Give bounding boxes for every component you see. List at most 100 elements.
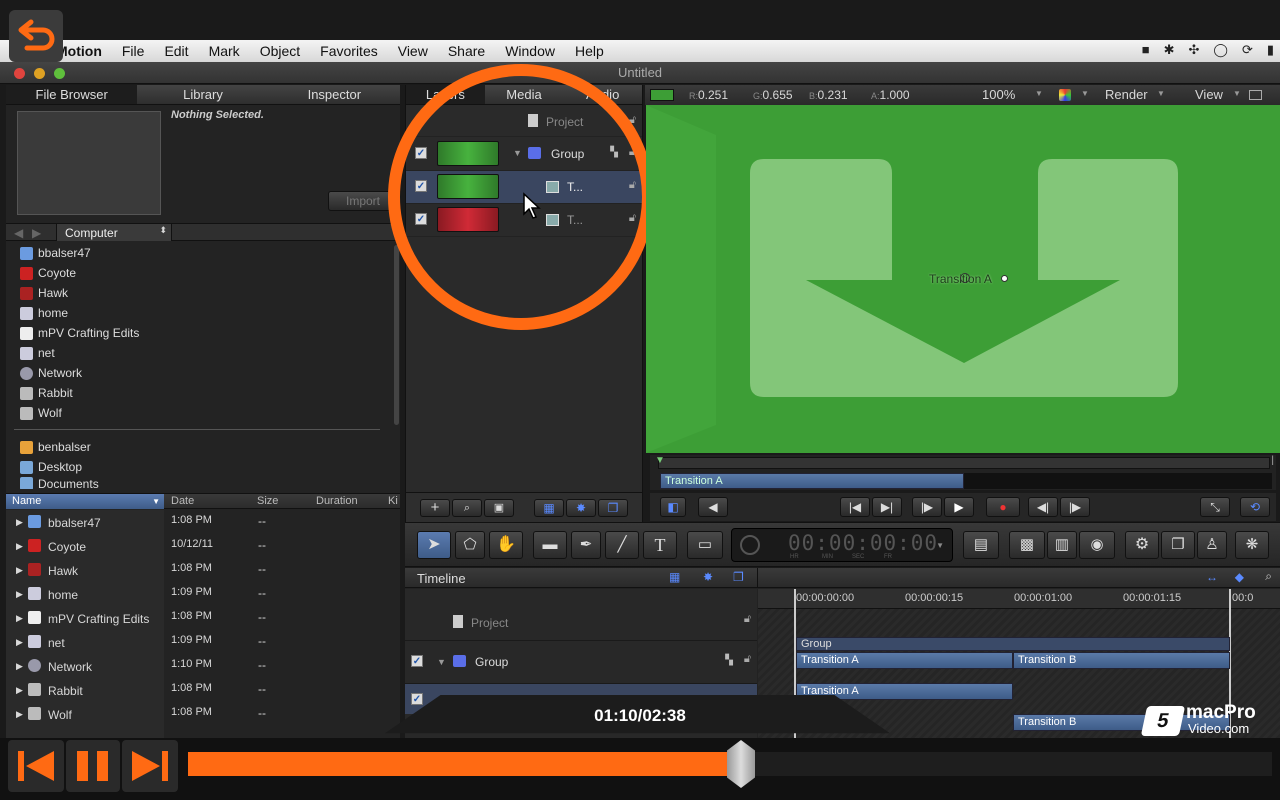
timeline-ruler[interactable]: 00:00:00:00 00:00:00:15 00:00:01:00 00:0…: [758, 589, 1280, 609]
sidebar-item-home[interactable]: home: [6, 303, 394, 323]
paint-tool-button[interactable]: ╱: [605, 531, 639, 559]
layer-options-button[interactable]: ▣: [484, 499, 514, 517]
bluetooth-icon[interactable]: ✱: [1164, 42, 1175, 58]
menu-help[interactable]: Help: [575, 43, 604, 59]
zoom-to-fit-icon[interactable]: ↔: [1206, 570, 1218, 584]
record-button[interactable]: ●: [986, 497, 1020, 517]
skip-forward-button[interactable]: [122, 740, 178, 792]
text-tool-button[interactable]: T: [643, 531, 677, 559]
fullscreen-button[interactable]: ⤡: [1200, 497, 1230, 517]
go-to-start-button[interactable]: |◀: [840, 497, 870, 517]
sidebar-item-hawk[interactable]: Hawk: [6, 283, 394, 303]
table-row[interactable]: ▶ Coyote 10/12/11 --: [6, 534, 400, 558]
group-options-icon[interactable]: ▚: [725, 655, 733, 666]
sync-icon[interactable]: ⟳: [1242, 42, 1253, 58]
sidebar-item-mpv-crafting-edits[interactable]: mPV Crafting Edits: [6, 323, 394, 343]
handle-icon[interactable]: [1001, 275, 1008, 282]
camera-button[interactable]: ▩: [1009, 531, 1045, 559]
lock-icon[interactable]: 🔓︎: [744, 653, 751, 666]
table-row[interactable]: ▶ mPV Crafting Edits 1:08 PM --: [6, 606, 400, 630]
layout-icon[interactable]: [1249, 90, 1262, 100]
show-effects-button[interactable]: ✸: [566, 499, 596, 517]
timecode-display[interactable]: 00:00:00:00 HR MIN SEC FR ▼: [731, 528, 953, 562]
chevron-down-icon[interactable]: ▼: [936, 541, 944, 550]
sidebar-item-rabbit[interactable]: Rabbit: [6, 383, 394, 403]
light-button[interactable]: ▥: [1047, 531, 1077, 559]
skip-back-button[interactable]: [8, 740, 64, 792]
channels-icon[interactable]: [1059, 89, 1071, 101]
column-duration[interactable]: Duration: [316, 495, 358, 507]
table-row[interactable]: ▶ Network 1:10 PM --: [6, 654, 400, 678]
snapping-icon[interactable]: ◆: [1235, 570, 1244, 584]
playhead-icon[interactable]: ▼: [655, 455, 665, 466]
show-thumbnails-button[interactable]: ▦: [534, 499, 564, 517]
column-size[interactable]: Size: [257, 495, 278, 507]
render-popup[interactable]: Render: [1105, 87, 1148, 102]
table-row[interactable]: ▶ bbalser47 1:08 PM --: [6, 510, 400, 534]
behaviors-button[interactable]: ⚙: [1125, 531, 1159, 559]
pan-tool-button[interactable]: ✋: [489, 531, 523, 559]
sidebar-item-benbalser[interactable]: benbalser: [6, 437, 394, 457]
timeline-clip-transition-b[interactable]: Transition B: [1013, 652, 1230, 669]
wifi-icon[interactable]: ▮: [1267, 42, 1274, 58]
menu-share[interactable]: Share: [448, 43, 485, 59]
location-popup[interactable]: Computer ⬍: [56, 224, 172, 241]
add-layer-button[interactable]: +: [420, 499, 450, 517]
layer-enable-checkbox[interactable]: ✓: [411, 693, 423, 705]
sidebar-item-documents[interactable]: Documents: [6, 477, 394, 489]
tab-library[interactable]: Library: [137, 85, 268, 104]
loop-button[interactable]: ⟲: [1240, 497, 1270, 517]
sidebar-item-network[interactable]: Network: [6, 363, 394, 383]
mini-timeline[interactable]: ▼ | Transition A: [650, 455, 1276, 490]
hud-button[interactable]: ▤: [963, 531, 999, 559]
search-layers-button[interactable]: ⌕: [452, 499, 482, 517]
progress-track[interactable]: [188, 740, 1272, 788]
step-back-button[interactable]: ◀|: [1028, 497, 1058, 517]
bezier-tool-button[interactable]: ✒: [571, 531, 601, 559]
menu-file[interactable]: File: [122, 43, 145, 59]
toggle-layers-button[interactable]: ◧: [660, 497, 686, 517]
go-to-end-button[interactable]: ▶|: [872, 497, 902, 517]
close-window-button[interactable]: [14, 68, 25, 79]
lock-icon[interactable]: 🔓︎: [744, 613, 751, 626]
table-row[interactable]: ▶ Wolf 1:08 PM --: [6, 702, 400, 726]
particles-button[interactable]: ❋: [1235, 531, 1269, 559]
show-masks-button[interactable]: ❐: [598, 499, 628, 517]
table-row[interactable]: ▶ Hawk 1:08 PM --: [6, 558, 400, 582]
progress-handle[interactable]: [727, 740, 755, 788]
tab-file-browser[interactable]: File Browser: [6, 85, 138, 104]
sidebar-item-desktop[interactable]: Desktop: [6, 457, 394, 477]
step-forward-button[interactable]: |▶: [1060, 497, 1090, 517]
play-button[interactable]: ▶: [944, 497, 974, 517]
filters-button[interactable]: ❐: [1161, 531, 1195, 559]
minimize-window-button[interactable]: [34, 68, 45, 79]
table-row[interactable]: ▶ Rabbit 1:08 PM --: [6, 678, 400, 702]
masks-toggle-icon[interactable]: ❐: [733, 570, 744, 584]
column-name[interactable]: Name ▼: [6, 494, 164, 509]
disclosure-down-icon[interactable]: ▼: [437, 657, 446, 667]
sidebar-item-bbalser47[interactable]: bbalser47: [6, 243, 394, 263]
timeline-clip-transition-a[interactable]: Transition A: [796, 652, 1013, 669]
camera-icon[interactable]: ■: [1142, 42, 1150, 58]
forward-nav-icon[interactable]: ▶: [32, 226, 41, 240]
menu-mark[interactable]: Mark: [209, 43, 240, 59]
zoom-icon[interactable]: ⌕: [1265, 569, 1272, 584]
previous-frame-button[interactable]: |▶: [912, 497, 942, 517]
canvas-viewer[interactable]: Transition A: [646, 105, 1280, 453]
bubble-icon[interactable]: ◯: [1213, 42, 1228, 58]
new-rig-button[interactable]: ◉: [1079, 531, 1115, 559]
column-date[interactable]: Date: [171, 495, 194, 507]
timeline-project-row[interactable]: Project 🔓︎: [405, 601, 757, 641]
sidebar-item-wolf[interactable]: Wolf: [6, 403, 394, 423]
layer-enable-checkbox[interactable]: ✓: [411, 655, 423, 667]
back-nav-icon[interactable]: ◀: [14, 226, 23, 240]
mini-timeline-ruler[interactable]: [658, 457, 1270, 469]
pause-button[interactable]: [66, 740, 120, 792]
back-button[interactable]: [9, 10, 63, 62]
shape-tool-button[interactable]: ⬠: [455, 531, 485, 559]
audio-button[interactable]: ◀: [698, 497, 728, 517]
timeline-group-row[interactable]: ✓ ▼ Group ▚ 🔓︎: [405, 641, 757, 684]
mini-timeline-clip[interactable]: Transition A: [660, 473, 964, 489]
menu-favorites[interactable]: Favorites: [320, 43, 378, 59]
menu-object[interactable]: Object: [260, 43, 300, 59]
